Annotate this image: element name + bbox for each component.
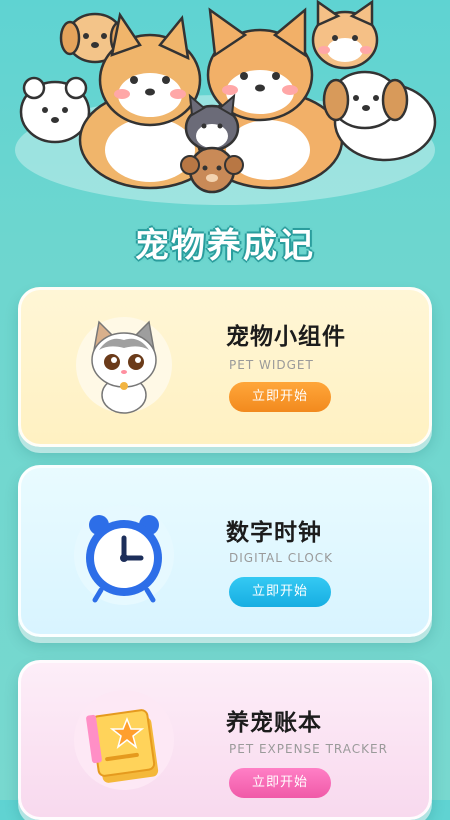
card-subtitle: DIGITAL CLOCK xyxy=(229,551,334,565)
fluffy-puppy-icon xyxy=(311,0,379,70)
app-title: 宠物养成记 xyxy=(135,226,315,266)
notebook-icon xyxy=(74,690,174,790)
card-subtitle: PET WIDGET xyxy=(229,358,314,372)
card-title: 宠物小组件 xyxy=(226,324,346,350)
white-puppy-icon xyxy=(19,76,91,144)
card-title: 数字时钟 xyxy=(226,520,322,546)
pet-widget-card[interactable]: 宠物小组件 PET WIDGET 立即开始 xyxy=(18,287,432,447)
digital-clock-card[interactable]: 数字时钟 DIGITAL CLOCK 立即开始 xyxy=(18,465,432,637)
dog-group-illustration xyxy=(15,0,437,205)
alarm-clock-icon xyxy=(74,505,174,605)
card-subtitle: PET EXPENSE TRACKER xyxy=(229,742,388,756)
hero-illustration xyxy=(0,0,450,215)
card-title: 养宠账本 xyxy=(226,710,322,736)
start-button[interactable]: 立即开始 xyxy=(229,382,331,412)
start-button[interactable]: 立即开始 xyxy=(229,768,331,798)
start-button[interactable]: 立即开始 xyxy=(229,577,331,607)
cat-icon xyxy=(76,317,172,414)
pet-expense-tracker-card[interactable]: 养宠账本 PET EXPENSE TRACKER 立即开始 xyxy=(18,660,432,820)
